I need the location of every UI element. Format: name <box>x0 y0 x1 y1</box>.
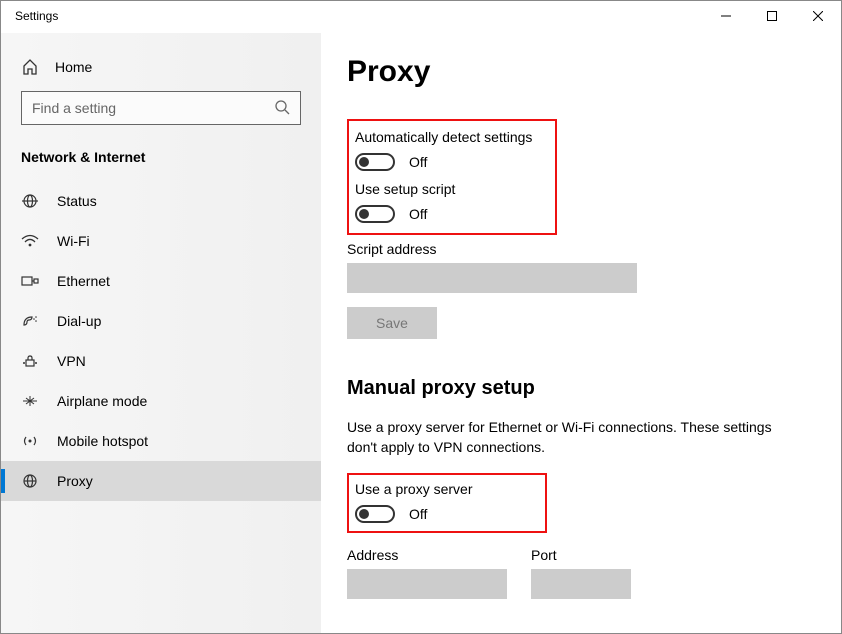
script-address-input[interactable] <box>347 263 637 293</box>
window-controls <box>703 1 841 31</box>
sidebar-item-label: Ethernet <box>57 273 110 289</box>
search-icon <box>274 99 290 118</box>
use-proxy-toggle[interactable] <box>355 505 395 523</box>
search-input[interactable]: Find a setting <box>21 91 301 125</box>
setup-script-label: Use setup script <box>355 181 543 197</box>
script-address-label: Script address <box>347 241 817 257</box>
page-title: Proxy <box>347 55 817 89</box>
setup-script-toggle[interactable] <box>355 205 395 223</box>
port-input[interactable] <box>531 569 631 599</box>
airplane-icon <box>21 394 39 408</box>
auto-detect-state: Off <box>409 154 427 170</box>
sidebar-item-vpn[interactable]: VPN <box>1 341 321 381</box>
home-icon <box>21 59 39 75</box>
sidebar: Home Find a setting Network & Internet S… <box>1 33 321 633</box>
sidebar-item-hotspot[interactable]: Mobile hotspot <box>1 421 321 461</box>
maximize-button[interactable] <box>749 1 795 31</box>
address-input[interactable] <box>347 569 507 599</box>
sidebar-item-label: VPN <box>57 353 86 369</box>
setup-script-state: Off <box>409 206 427 222</box>
close-button[interactable] <box>795 1 841 31</box>
save-button[interactable]: Save <box>347 307 437 339</box>
sidebar-item-label: Dial-up <box>57 313 101 329</box>
manual-setup-header: Manual proxy setup <box>347 377 817 400</box>
proxy-icon <box>21 474 39 488</box>
sidebar-home-label: Home <box>55 59 92 75</box>
ethernet-icon <box>21 274 39 288</box>
use-proxy-label: Use a proxy server <box>355 481 535 497</box>
sidebar-list: Status Wi-Fi Ethernet Dial-up <box>1 181 321 501</box>
sidebar-home[interactable]: Home <box>1 53 321 91</box>
sidebar-item-ethernet[interactable]: Ethernet <box>1 261 321 301</box>
sidebar-category-header: Network & Internet <box>1 149 321 181</box>
sidebar-item-label: Proxy <box>57 473 93 489</box>
sidebar-item-status[interactable]: Status <box>1 181 321 221</box>
sidebar-item-label: Airplane mode <box>57 393 147 409</box>
highlight-auto-setup: Automatically detect settings Off Use se… <box>347 119 557 235</box>
auto-detect-label: Automatically detect settings <box>355 129 543 145</box>
manual-setup-desc: Use a proxy server for Ethernet or Wi-Fi… <box>347 418 787 457</box>
titlebar: Settings <box>1 1 841 33</box>
address-label: Address <box>347 547 507 563</box>
sidebar-item-dialup[interactable]: Dial-up <box>1 301 321 341</box>
use-proxy-state: Off <box>409 506 427 522</box>
sidebar-item-label: Mobile hotspot <box>57 433 148 449</box>
sidebar-item-label: Status <box>57 193 97 209</box>
hotspot-icon <box>21 434 39 448</box>
dialup-icon <box>21 314 39 328</box>
status-icon <box>21 194 39 208</box>
search-placeholder: Find a setting <box>32 100 116 116</box>
sidebar-item-wifi[interactable]: Wi-Fi <box>1 221 321 261</box>
sidebar-item-label: Wi-Fi <box>57 233 90 249</box>
sidebar-item-airplane[interactable]: Airplane mode <box>1 381 321 421</box>
vpn-icon <box>21 354 39 368</box>
port-label: Port <box>531 547 631 563</box>
wifi-icon <box>21 234 39 248</box>
highlight-manual-proxy: Use a proxy server Off <box>347 473 547 533</box>
sidebar-item-proxy[interactable]: Proxy <box>1 461 321 501</box>
minimize-button[interactable] <box>703 1 749 31</box>
auto-detect-toggle[interactable] <box>355 153 395 171</box>
main-panel: Proxy Automatically detect settings Off … <box>321 33 841 633</box>
window-title: Settings <box>1 1 58 23</box>
